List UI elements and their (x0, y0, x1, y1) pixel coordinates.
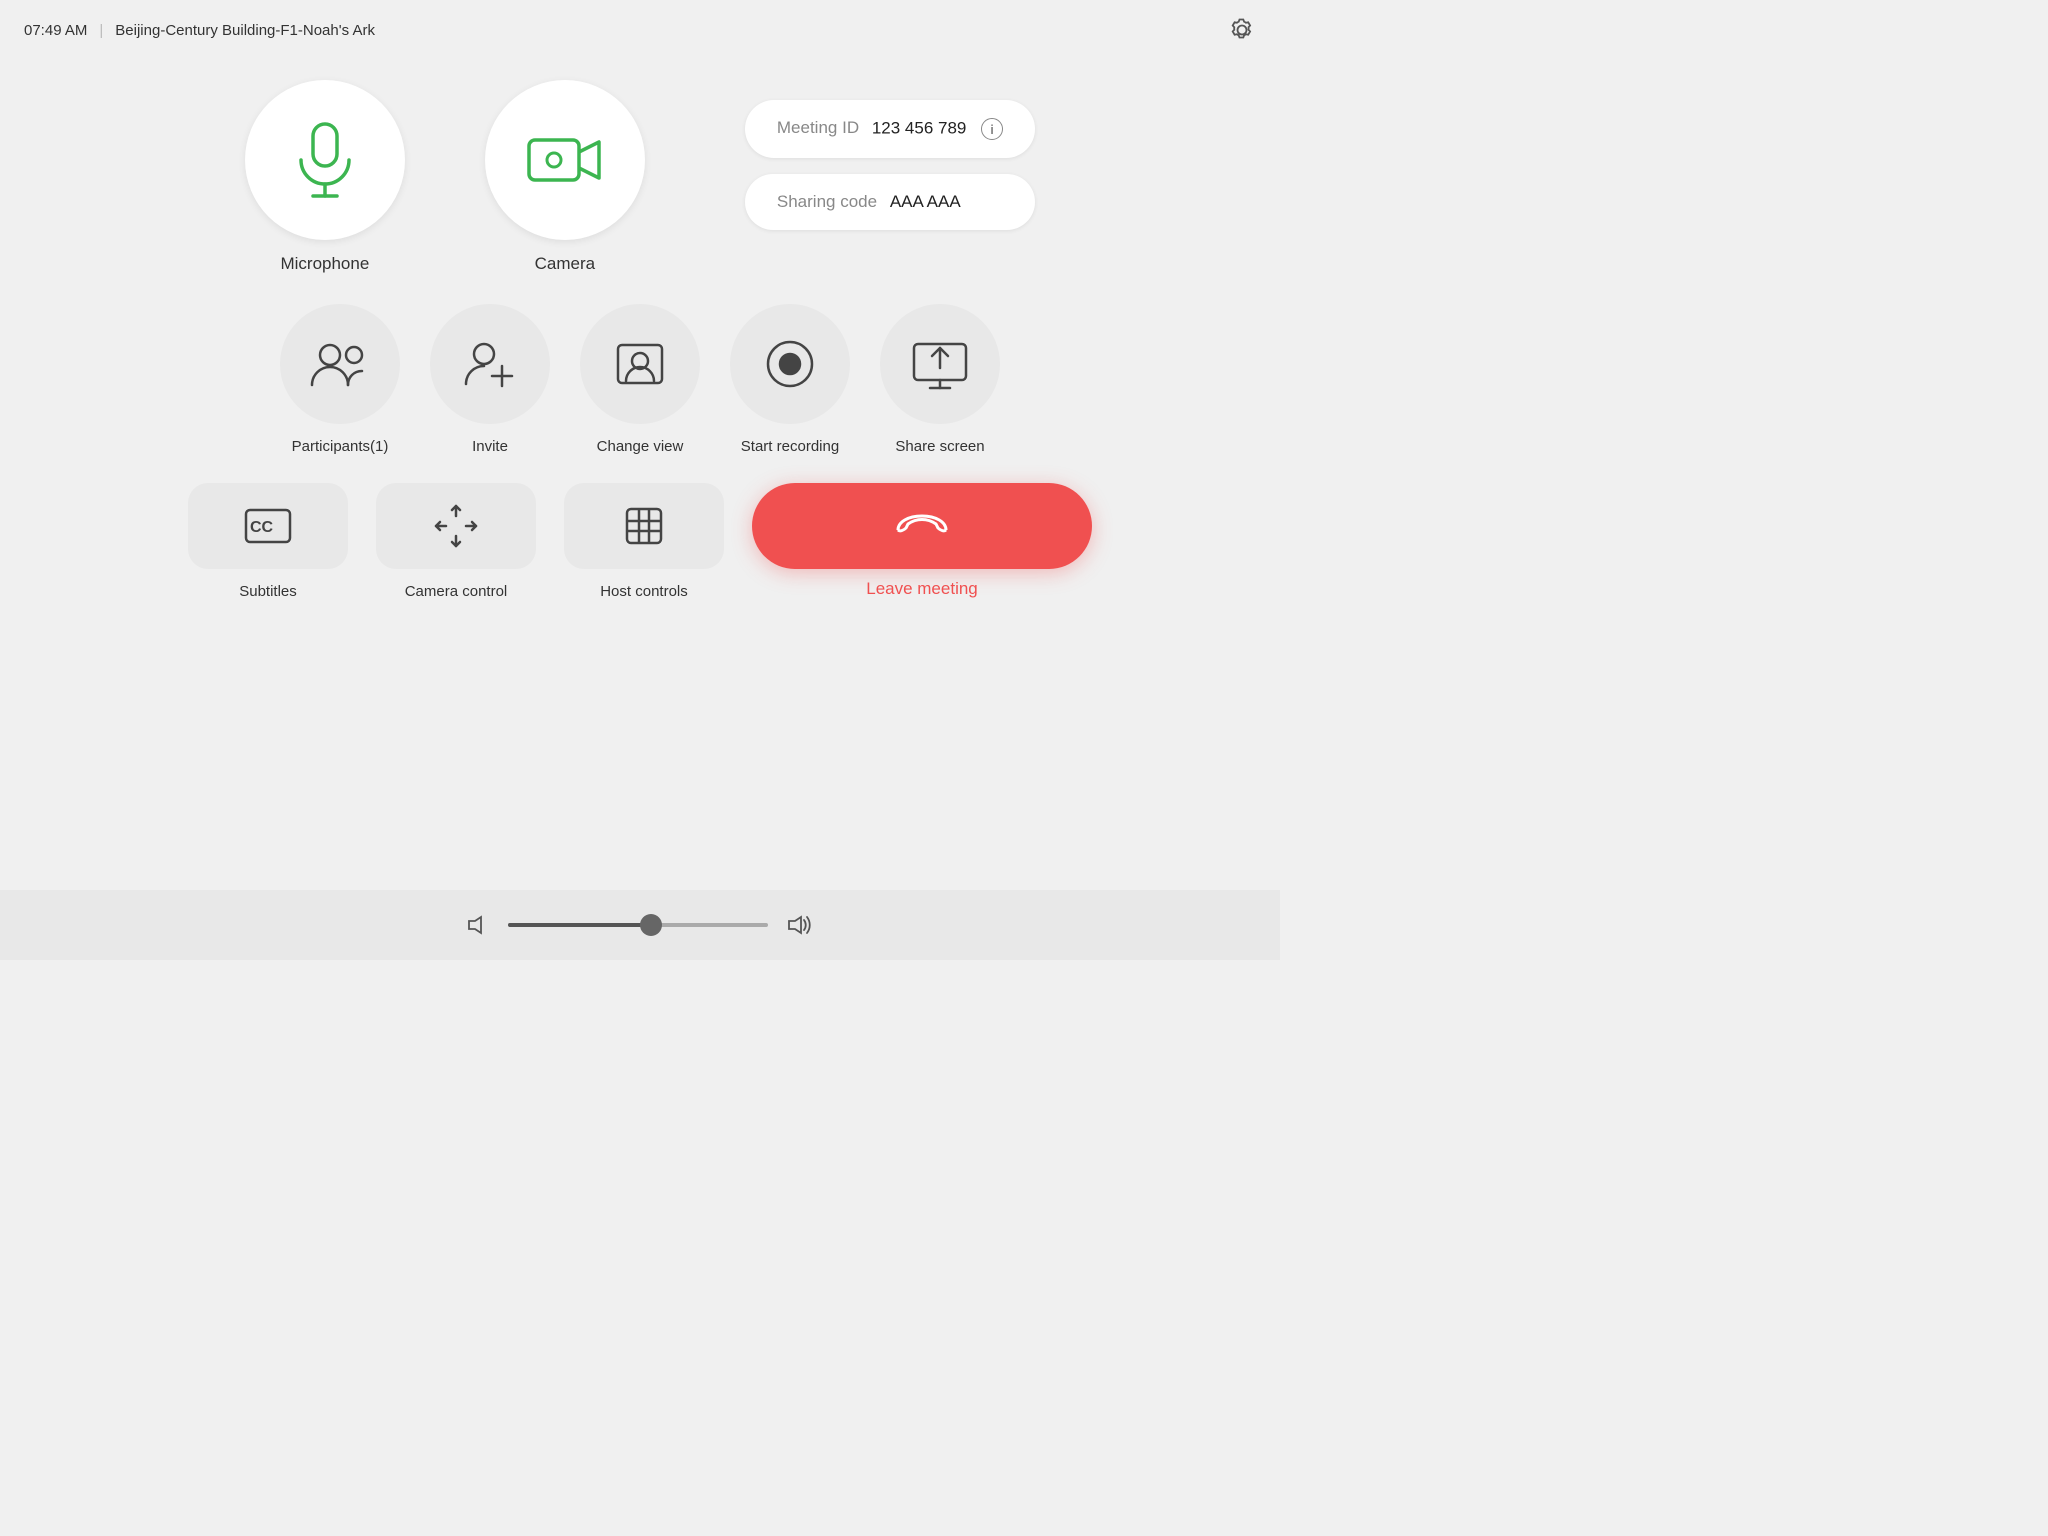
host-controls-button[interactable] (564, 483, 724, 569)
camera-label: Camera (535, 254, 595, 274)
host-controls-icon (619, 501, 669, 551)
camera-button[interactable] (485, 80, 645, 240)
camera-icon (525, 130, 605, 190)
info-icon[interactable]: i (981, 118, 1003, 140)
volume-low-icon (466, 913, 490, 937)
header: 07:49 AM | Beijing-Century Building-F1-N… (0, 0, 1280, 60)
leave-meeting-button[interactable] (752, 483, 1092, 569)
leave-meeting-label: Leave meeting (866, 579, 978, 599)
device-buttons: Microphone Camera (245, 80, 645, 274)
volume-high-icon (786, 913, 814, 937)
change-view-button[interactable] (580, 304, 700, 424)
volume-slider-track[interactable] (508, 923, 768, 927)
participants-icon (310, 339, 370, 389)
main-content: Microphone Camera Meeting ID 123 456 789 (0, 60, 1280, 640)
change-view-container: Change view (580, 304, 700, 455)
share-screen-container: Share screen (880, 304, 1000, 455)
microphone-icon (289, 120, 361, 200)
meeting-id-label: Meeting ID (777, 118, 859, 137)
start-recording-container: Start recording (730, 304, 850, 455)
start-recording-button[interactable] (730, 304, 850, 424)
invite-icon (462, 336, 518, 392)
camera-container: Camera (485, 80, 645, 274)
location-title: Beijing-Century Building-F1-Noah's Ark (115, 22, 375, 39)
subtitles-icon: CC (242, 506, 294, 546)
invite-button[interactable] (430, 304, 550, 424)
host-controls-container: Host controls (564, 483, 724, 600)
settings-button[interactable] (1228, 16, 1256, 44)
sharing-code-value: AAA AAA (890, 192, 961, 211)
camera-control-icon (430, 500, 482, 552)
share-screen-icon (910, 338, 970, 390)
sharing-code-label: Sharing code (777, 192, 877, 211)
subtitles-button[interactable]: CC (188, 483, 348, 569)
share-screen-button[interactable] (880, 304, 1000, 424)
controls-row: Participants(1) Invite (280, 304, 1000, 455)
volume-slider-thumb[interactable] (640, 914, 662, 936)
microphone-label: Microphone (280, 254, 369, 274)
leave-meeting-container: Leave meeting (752, 483, 1092, 599)
change-view-icon (612, 339, 668, 389)
microphone-button[interactable] (245, 80, 405, 240)
share-screen-label: Share screen (895, 438, 984, 455)
time-display: 07:49 AM (24, 22, 87, 39)
volume-bar (0, 890, 1280, 960)
meeting-id-pill: Meeting ID 123 456 789 i (745, 100, 1035, 158)
header-divider: | (99, 22, 103, 39)
header-left: 07:49 AM | Beijing-Century Building-F1-N… (24, 22, 375, 39)
camera-control-button[interactable] (376, 483, 536, 569)
meeting-id-value: 123 456 789 (872, 118, 967, 137)
end-call-icon (896, 512, 948, 540)
start-recording-label: Start recording (741, 438, 839, 455)
start-recording-icon (762, 336, 818, 392)
top-row: Microphone Camera Meeting ID 123 456 789 (60, 80, 1220, 274)
bottom-row: CC Subtitles Camera control (188, 483, 1092, 600)
volume-slider-fill (508, 923, 651, 927)
subtitles-label: Subtitles (239, 583, 297, 600)
host-controls-label: Host controls (600, 583, 688, 600)
camera-control-container: Camera control (376, 483, 536, 600)
subtitles-container: CC Subtitles (188, 483, 348, 600)
camera-control-label: Camera control (405, 583, 508, 600)
svg-text:CC: CC (250, 519, 274, 536)
microphone-container: Microphone (245, 80, 405, 274)
sharing-code-pill: Sharing code AAA AAA (745, 174, 1035, 230)
participants-label: Participants(1) (292, 438, 389, 455)
invite-container: Invite (430, 304, 550, 455)
meeting-info-panel: Meeting ID 123 456 789 i Sharing code AA… (745, 100, 1035, 230)
change-view-label: Change view (597, 438, 684, 455)
gear-icon (1228, 16, 1256, 44)
invite-label: Invite (472, 438, 508, 455)
participants-button[interactable] (280, 304, 400, 424)
participants-container: Participants(1) (280, 304, 400, 455)
